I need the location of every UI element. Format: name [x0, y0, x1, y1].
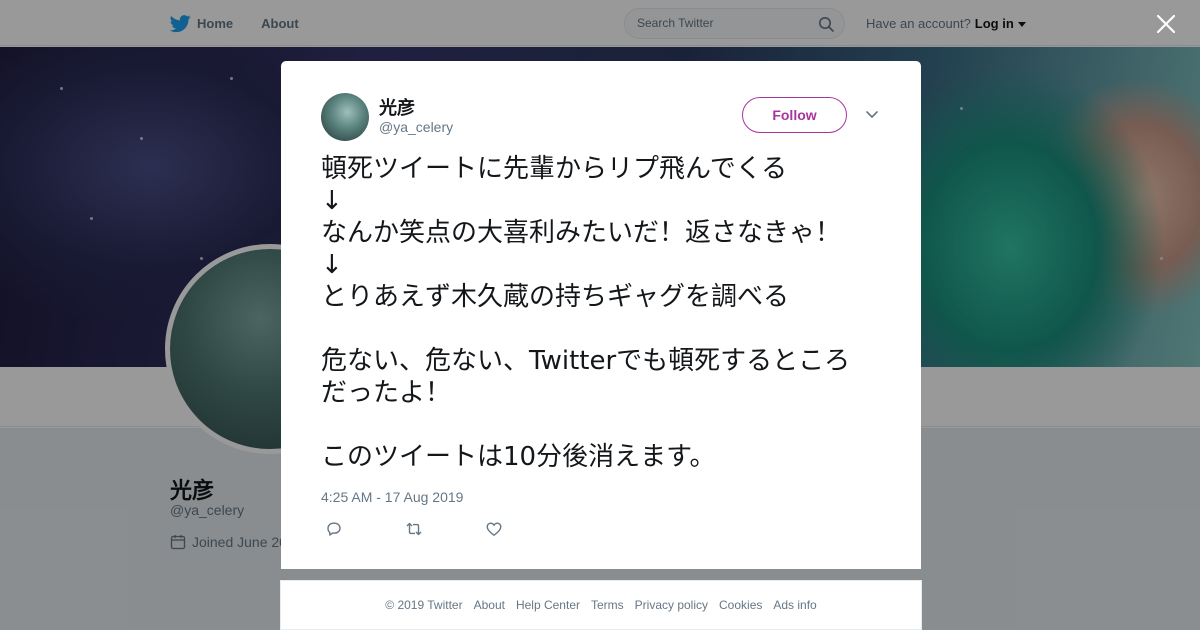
footer-link-cookies[interactable]: Cookies [719, 598, 762, 612]
retweet-icon [406, 522, 422, 536]
tweet-modal: 光彦 @ya_celery Follow 頓死ツイートに先輩からリプ飛んでくる … [281, 61, 921, 569]
tweet-line: 頓死ツイートに先輩からリプ飛んでくる [321, 154, 788, 184]
footer-link-about[interactable]: About [474, 598, 505, 612]
footer-link-privacy[interactable]: Privacy policy [635, 598, 708, 612]
retweet-button[interactable] [403, 520, 425, 538]
like-button[interactable] [483, 520, 505, 538]
footer: © 2019 Twitter About Help Center Terms P… [280, 580, 922, 630]
close-icon[interactable] [1156, 14, 1176, 34]
author-handle[interactable]: @ya_celery [379, 119, 453, 135]
author-avatar[interactable] [321, 93, 369, 141]
footer-link-terms[interactable]: Terms [591, 598, 624, 612]
footer-link-help-center[interactable]: Help Center [516, 598, 580, 612]
tweet-actions [323, 520, 505, 538]
footer-link-ads-info[interactable]: Ads info [773, 598, 816, 612]
reply-icon [327, 522, 341, 536]
tweet-line [321, 313, 891, 345]
tweet-text: 頓死ツイートに先輩からリプ飛んでくる ↓ なんか笑点の大喜利みたいだ！返さなきゃ… [321, 153, 891, 473]
tweet-line [321, 409, 891, 441]
like-icon [486, 522, 502, 536]
footer-copyright: © 2019 Twitter [385, 598, 463, 612]
chevron-down-icon[interactable] [865, 110, 879, 120]
tweet-line: なんか笑点の大喜利みたいだ！返さなきゃ！ [321, 218, 842, 248]
follow-button[interactable]: Follow [742, 97, 847, 133]
tweet-timestamp[interactable]: 4:25 AM - 17 Aug 2019 [321, 489, 463, 505]
tweet-line: だったよ！ [321, 378, 452, 408]
tweet-line: このツイートは10分後消えます。 [321, 442, 716, 472]
reply-button[interactable] [323, 520, 345, 538]
tweet-line: ↓ [321, 186, 343, 216]
tweet-line: ↓ [321, 250, 343, 280]
author-name[interactable]: 光彦 [379, 94, 415, 120]
tweet-line: とりあえず木久蔵の持ちギャグを調べる [321, 282, 790, 312]
tweet-line: 危ない、危ない、Twitterでも頓死するところ [321, 346, 851, 376]
